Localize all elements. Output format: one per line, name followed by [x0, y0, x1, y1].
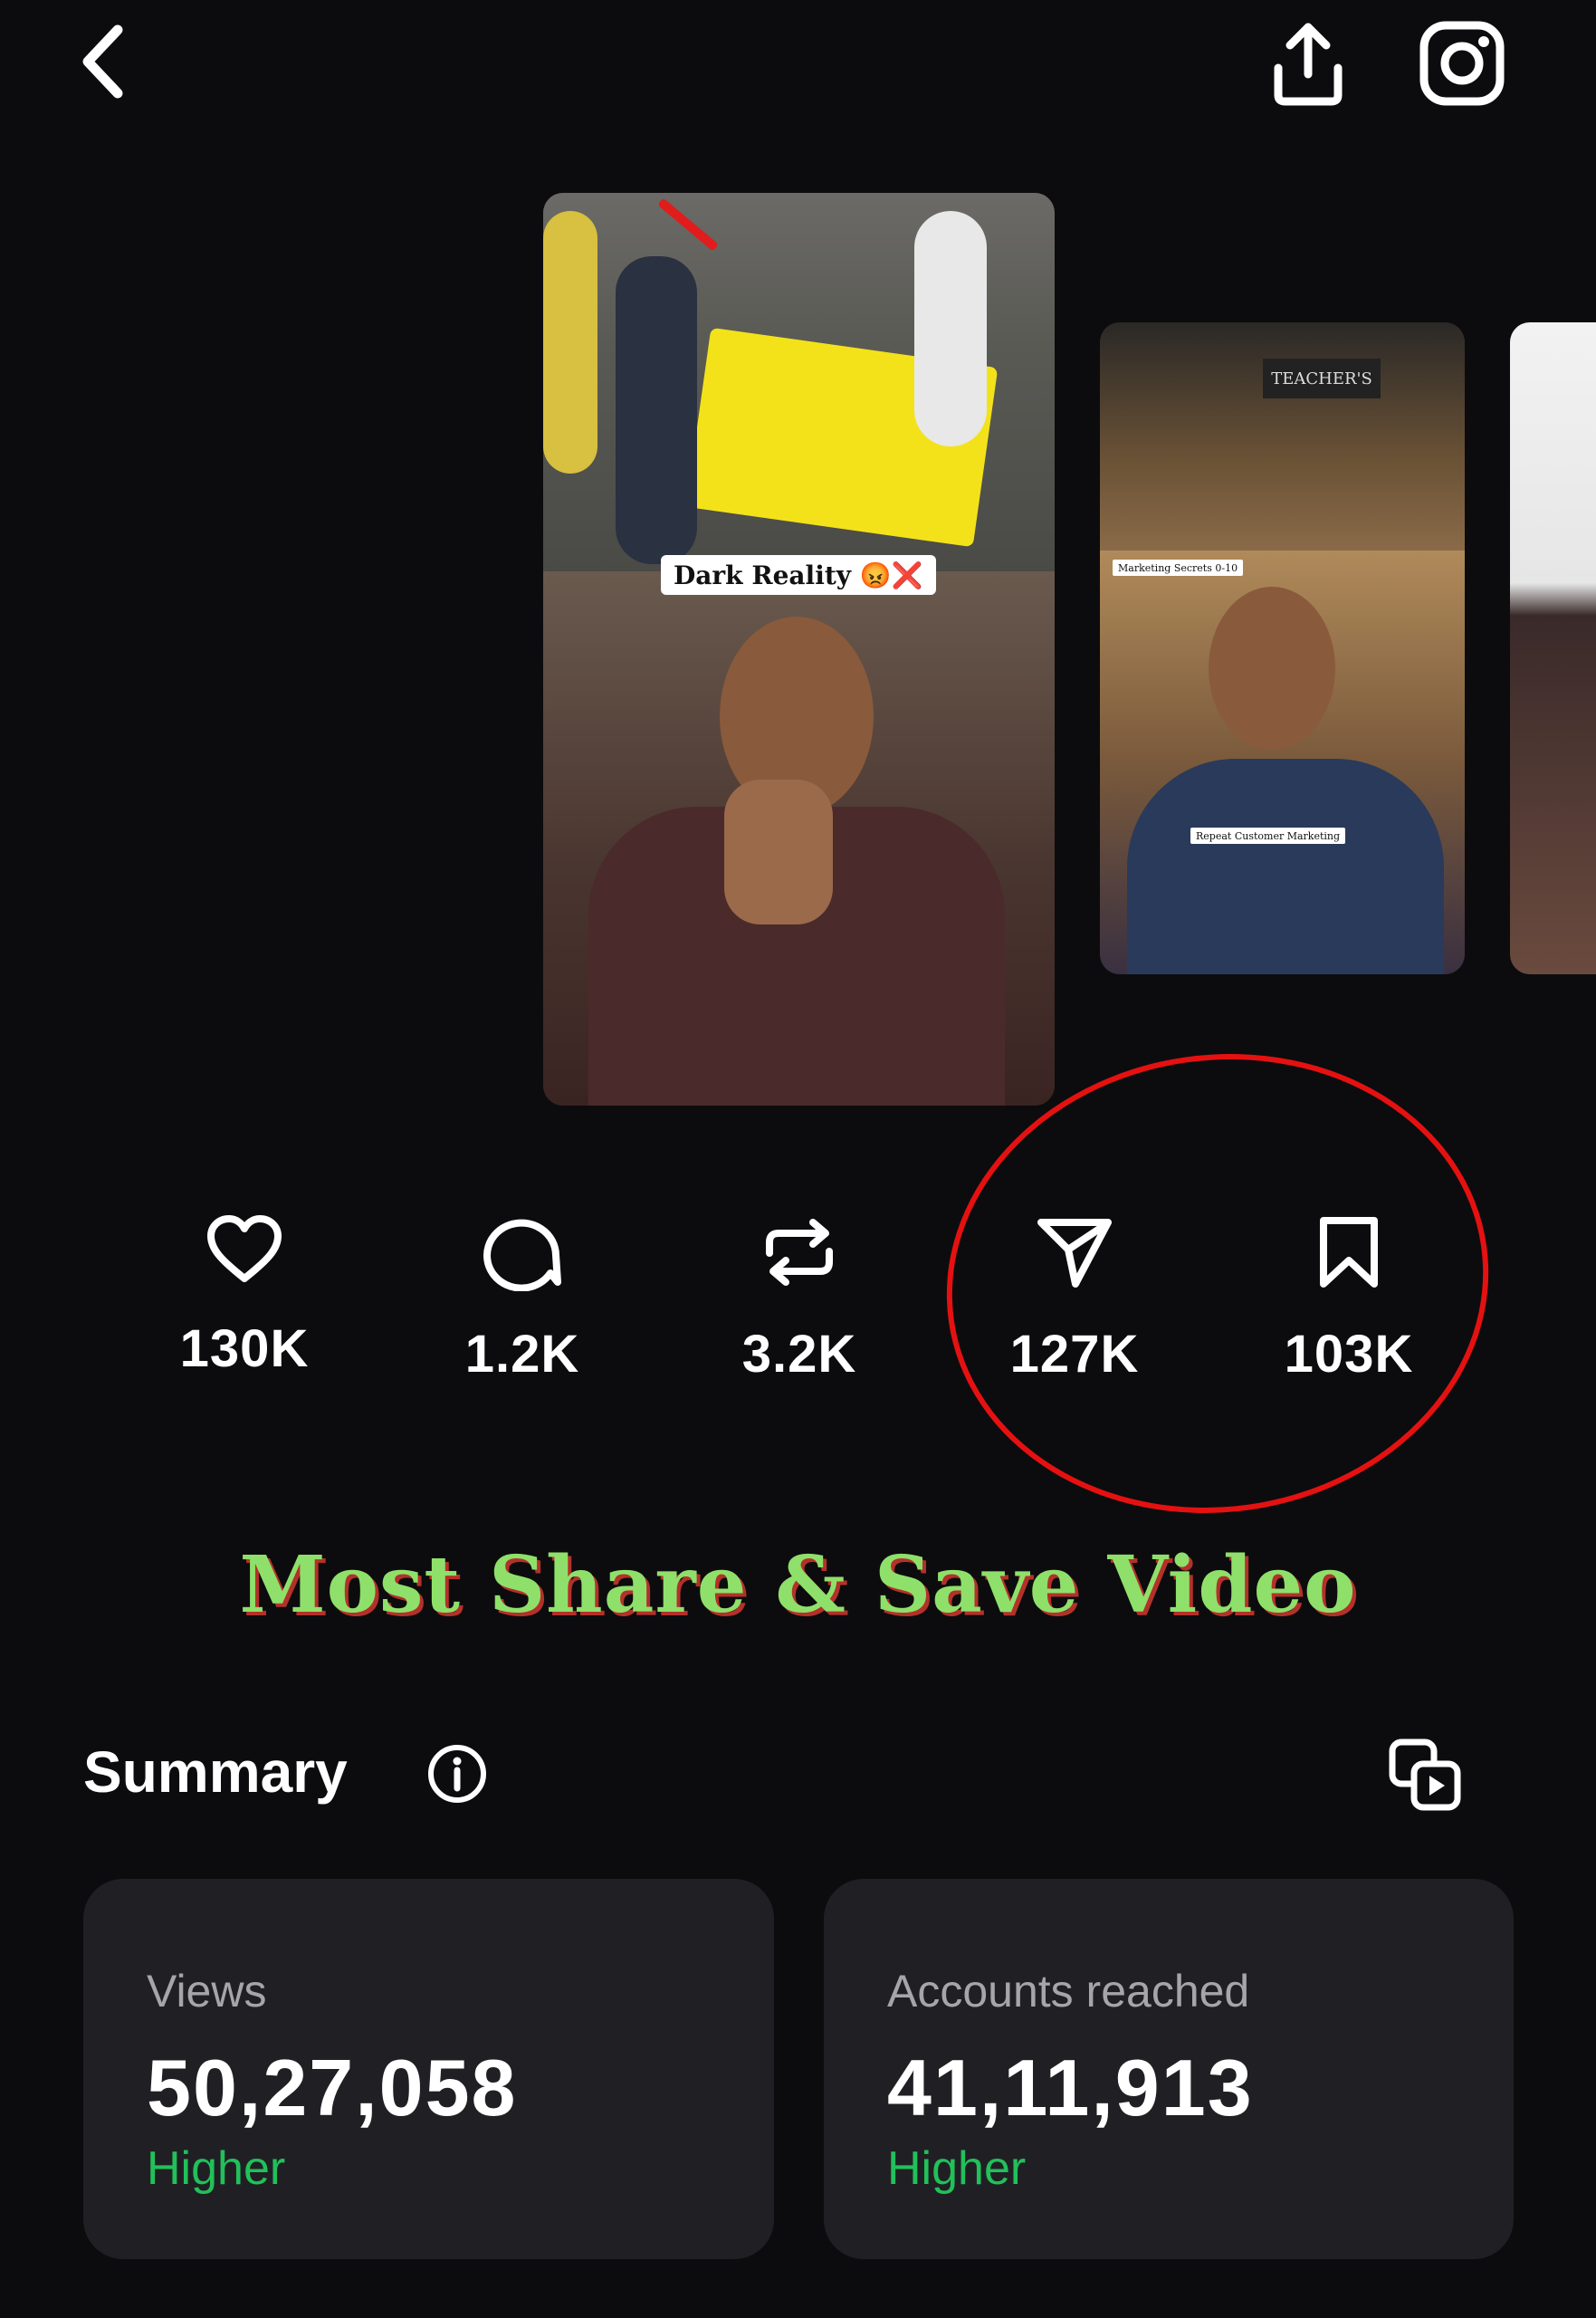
copy-media-button[interactable] — [1385, 1735, 1467, 1816]
reel-thumbnail-third[interactable] — [1510, 322, 1596, 974]
summary-title: Summary — [83, 1739, 348, 1805]
stat-comments: 1.2K — [432, 1213, 613, 1384]
thumbnail-scene-speaker — [1100, 551, 1465, 974]
accounts-reached-card[interactable]: Accounts reached 41,11,913 Higher — [824, 1879, 1514, 2259]
info-icon — [428, 1745, 486, 1803]
heart-icon — [207, 1215, 282, 1282]
reel-thumbnail-second[interactable]: TEACHER'S Marketing Secrets 0-10 Repeat … — [1100, 322, 1465, 974]
speaker-body — [1127, 759, 1444, 974]
promo-title: Most Share & Save Video — [239, 1539, 1357, 1631]
red-arrow — [657, 197, 719, 252]
likes-count: 130K — [179, 1319, 310, 1378]
speaker-hand — [724, 780, 833, 924]
views-card[interactable]: Views 50,27,058 Higher — [83, 1879, 774, 2259]
thumbnail-scene-store: TEACHER'S — [1100, 322, 1465, 551]
instagram-button[interactable] — [1412, 14, 1512, 113]
stat-reposts: 3.2K — [709, 1213, 890, 1384]
person-figure — [543, 211, 597, 474]
accounts-reached-value: 41,11,913 — [887, 2043, 1254, 2132]
speaker-face — [1209, 587, 1335, 750]
share-button[interactable] — [1263, 14, 1353, 113]
reposts-count: 3.2K — [741, 1325, 857, 1384]
reel-caption-top: Marketing Secrets 0-10 — [1113, 560, 1244, 576]
stat-likes: 130K — [154, 1213, 335, 1379]
instagram-icon — [1419, 21, 1505, 106]
reel-caption: Dark Reality 😡❌ — [661, 555, 936, 595]
back-button[interactable] — [63, 16, 145, 107]
store-sign: TEACHER'S — [1263, 359, 1381, 398]
accounts-reached-label: Accounts reached — [887, 1966, 1250, 2016]
views-label: Views — [147, 1966, 267, 2016]
views-value: 50,27,058 — [147, 2043, 518, 2132]
person-figure — [914, 211, 987, 446]
repost-icon — [766, 1219, 833, 1286]
reel-caption-bottom: Repeat Customer Marketing — [1190, 828, 1346, 844]
reel-thumbnail-main[interactable]: Dark Reality 😡❌ — [543, 193, 1055, 1106]
accounts-reached-trend: Higher — [887, 2142, 1027, 2195]
comment-icon — [483, 1219, 561, 1291]
info-button[interactable] — [425, 1742, 489, 1806]
upload-icon — [1274, 23, 1343, 106]
thumbnail-scene-speaker — [543, 571, 1055, 1106]
chevron-left-icon — [82, 24, 123, 99]
thumbnail-scene-street — [543, 193, 1055, 571]
views-trend: Higher — [147, 2142, 286, 2195]
person-figure — [616, 256, 697, 564]
comments-count: 1.2K — [464, 1325, 580, 1384]
copy-media-icon — [1389, 1738, 1461, 1811]
